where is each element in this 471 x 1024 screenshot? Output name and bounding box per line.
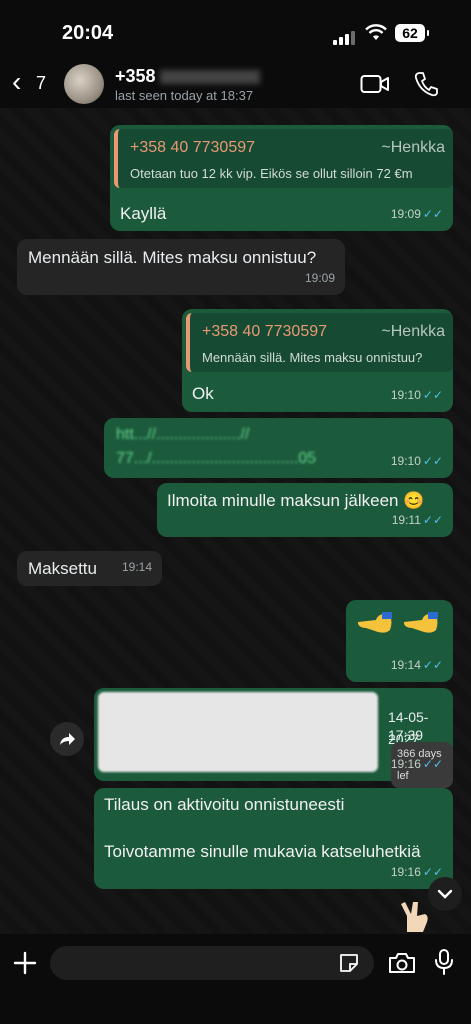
quoted-name: ~Henkka [381, 139, 445, 156]
read-receipt-icon: ✓✓ [422, 658, 443, 672]
plus-icon[interactable] [12, 950, 38, 976]
message-outgoing-media[interactable]: 14-05-2027 17:39 366 days lef 19:16 ✓✓ [94, 688, 453, 788]
message-outgoing[interactable]: Ilmoita minulle maksun jälkeen 😊 19:11 ✓✓ [157, 483, 453, 537]
battery-indicator: 62 [395, 24, 429, 42]
message-time: 19:09 [390, 207, 421, 221]
message-meta: 19:14 ✓✓ [391, 654, 443, 676]
signal-icon [333, 27, 357, 45]
message-text: Ok [192, 384, 214, 403]
message-meta: 19:16 ✓✓ [391, 753, 443, 775]
forward-icon [60, 733, 75, 745]
message-meta: 19:10 ✓✓ [391, 384, 443, 406]
victory-hand-icon [401, 902, 428, 932]
message-time: 19:09 [304, 271, 335, 285]
message-incoming[interactable]: Maksettu 19:14 [17, 551, 162, 586]
message-outgoing-emoji[interactable]: 19:14 ✓✓ [346, 600, 453, 682]
message-meta: 19:09 ✓✓ [391, 203, 443, 225]
voice-call-icon[interactable] [414, 71, 438, 97]
redacted-name [159, 70, 260, 85]
forward-button[interactable] [50, 722, 84, 756]
read-receipt-icon: ✓✓ [422, 513, 443, 527]
sticker-icon[interactable] [338, 952, 360, 974]
message-meta: 19:11 ✓✓ [392, 509, 443, 531]
message-text: Maksettu [28, 559, 97, 578]
quoted-message[interactable]: +358 40 7730597 ~Henkka Otetaan tuo 12 k… [114, 129, 453, 188]
message-meta: 19:10 ✓✓ [391, 450, 443, 472]
quoted-text: Mennään sillä. Mites maksu onnistuu? [202, 350, 423, 365]
message-time: 19:14 [390, 658, 421, 672]
microphone-icon[interactable] [434, 948, 454, 976]
message-outgoing[interactable]: Tilaus on aktivoitu onnistuneesti Toivot… [94, 788, 453, 889]
wifi-icon [365, 24, 387, 40]
redacted-link-line[interactable]: 77.../.................................0… [116, 448, 316, 470]
blurred-image-preview[interactable] [98, 692, 378, 772]
quoted-text: Otetaan tuo 12 kk vip. Eikös se ollut si… [130, 166, 413, 181]
avatar[interactable] [64, 64, 104, 104]
contact-name-row[interactable]: +358 [115, 66, 260, 87]
chat-area[interactable]: +358 40 7730597 ~Henkka Otetaan tuo 12 k… [0, 108, 471, 934]
message-outgoing-link[interactable]: htt...//...................// 77.../....… [104, 418, 453, 478]
chat-header: ‹ 7 +358 last seen today at 18:37 [0, 60, 471, 108]
status-time: 20:04 [62, 22, 114, 44]
message-text: Mennään sillä. Mites maksu onnistuu? [28, 248, 317, 267]
quoted-name: ~Henkka [381, 323, 445, 340]
pointing-hand-icon [404, 612, 438, 633]
message-time: 19:11 [391, 513, 421, 527]
message-line: Toivotamme sinulle mukavia katseluhetkiä [104, 842, 421, 861]
compose-bar [0, 934, 471, 1024]
message-text: Kayllä [120, 204, 167, 223]
read-receipt-icon: ✓✓ [422, 454, 443, 468]
quoted-number: +358 40 7730597 [202, 323, 328, 340]
message-time: 19:16 [390, 865, 421, 879]
camera-icon[interactable] [388, 951, 416, 975]
message-text: Ilmoita minulle maksun jälkeen 😊 [167, 491, 425, 510]
contact-name: +358 [115, 66, 156, 86]
back-icon[interactable]: ‹ [12, 68, 21, 96]
message-incoming[interactable]: Mennään sillä. Mites maksu onnistuu? 19:… [17, 239, 345, 295]
message-time: 19:10 [390, 454, 421, 468]
message-outgoing[interactable]: +358 40 7730597 ~Henkka Mennään sillä. M… [182, 309, 453, 412]
read-receipt-icon: ✓✓ [422, 757, 443, 771]
message-line: Tilaus on aktivoitu onnistuneesti [104, 795, 345, 814]
last-seen: last seen today at 18:37 [115, 88, 254, 103]
status-bar: 20:04 62 [0, 0, 471, 60]
pointing-hand-icon [358, 612, 392, 633]
message-time: 19:14 [121, 560, 152, 574]
message-input[interactable] [50, 946, 374, 980]
video-call-icon[interactable] [360, 73, 390, 95]
read-receipt-icon: ✓✓ [422, 388, 443, 402]
message-time: 19:16 [390, 757, 421, 771]
back-count[interactable]: 7 [36, 73, 46, 94]
read-receipt-icon: ✓✓ [422, 207, 443, 221]
quoted-number: +358 40 7730597 [130, 139, 256, 156]
quoted-message[interactable]: +358 40 7730597 ~Henkka Mennään sillä. M… [186, 313, 453, 372]
redacted-link-line[interactable]: htt...//...................// [116, 424, 249, 446]
message-outgoing[interactable]: +358 40 7730597 ~Henkka Otetaan tuo 12 k… [110, 125, 453, 231]
message-time: 19:10 [390, 388, 421, 402]
